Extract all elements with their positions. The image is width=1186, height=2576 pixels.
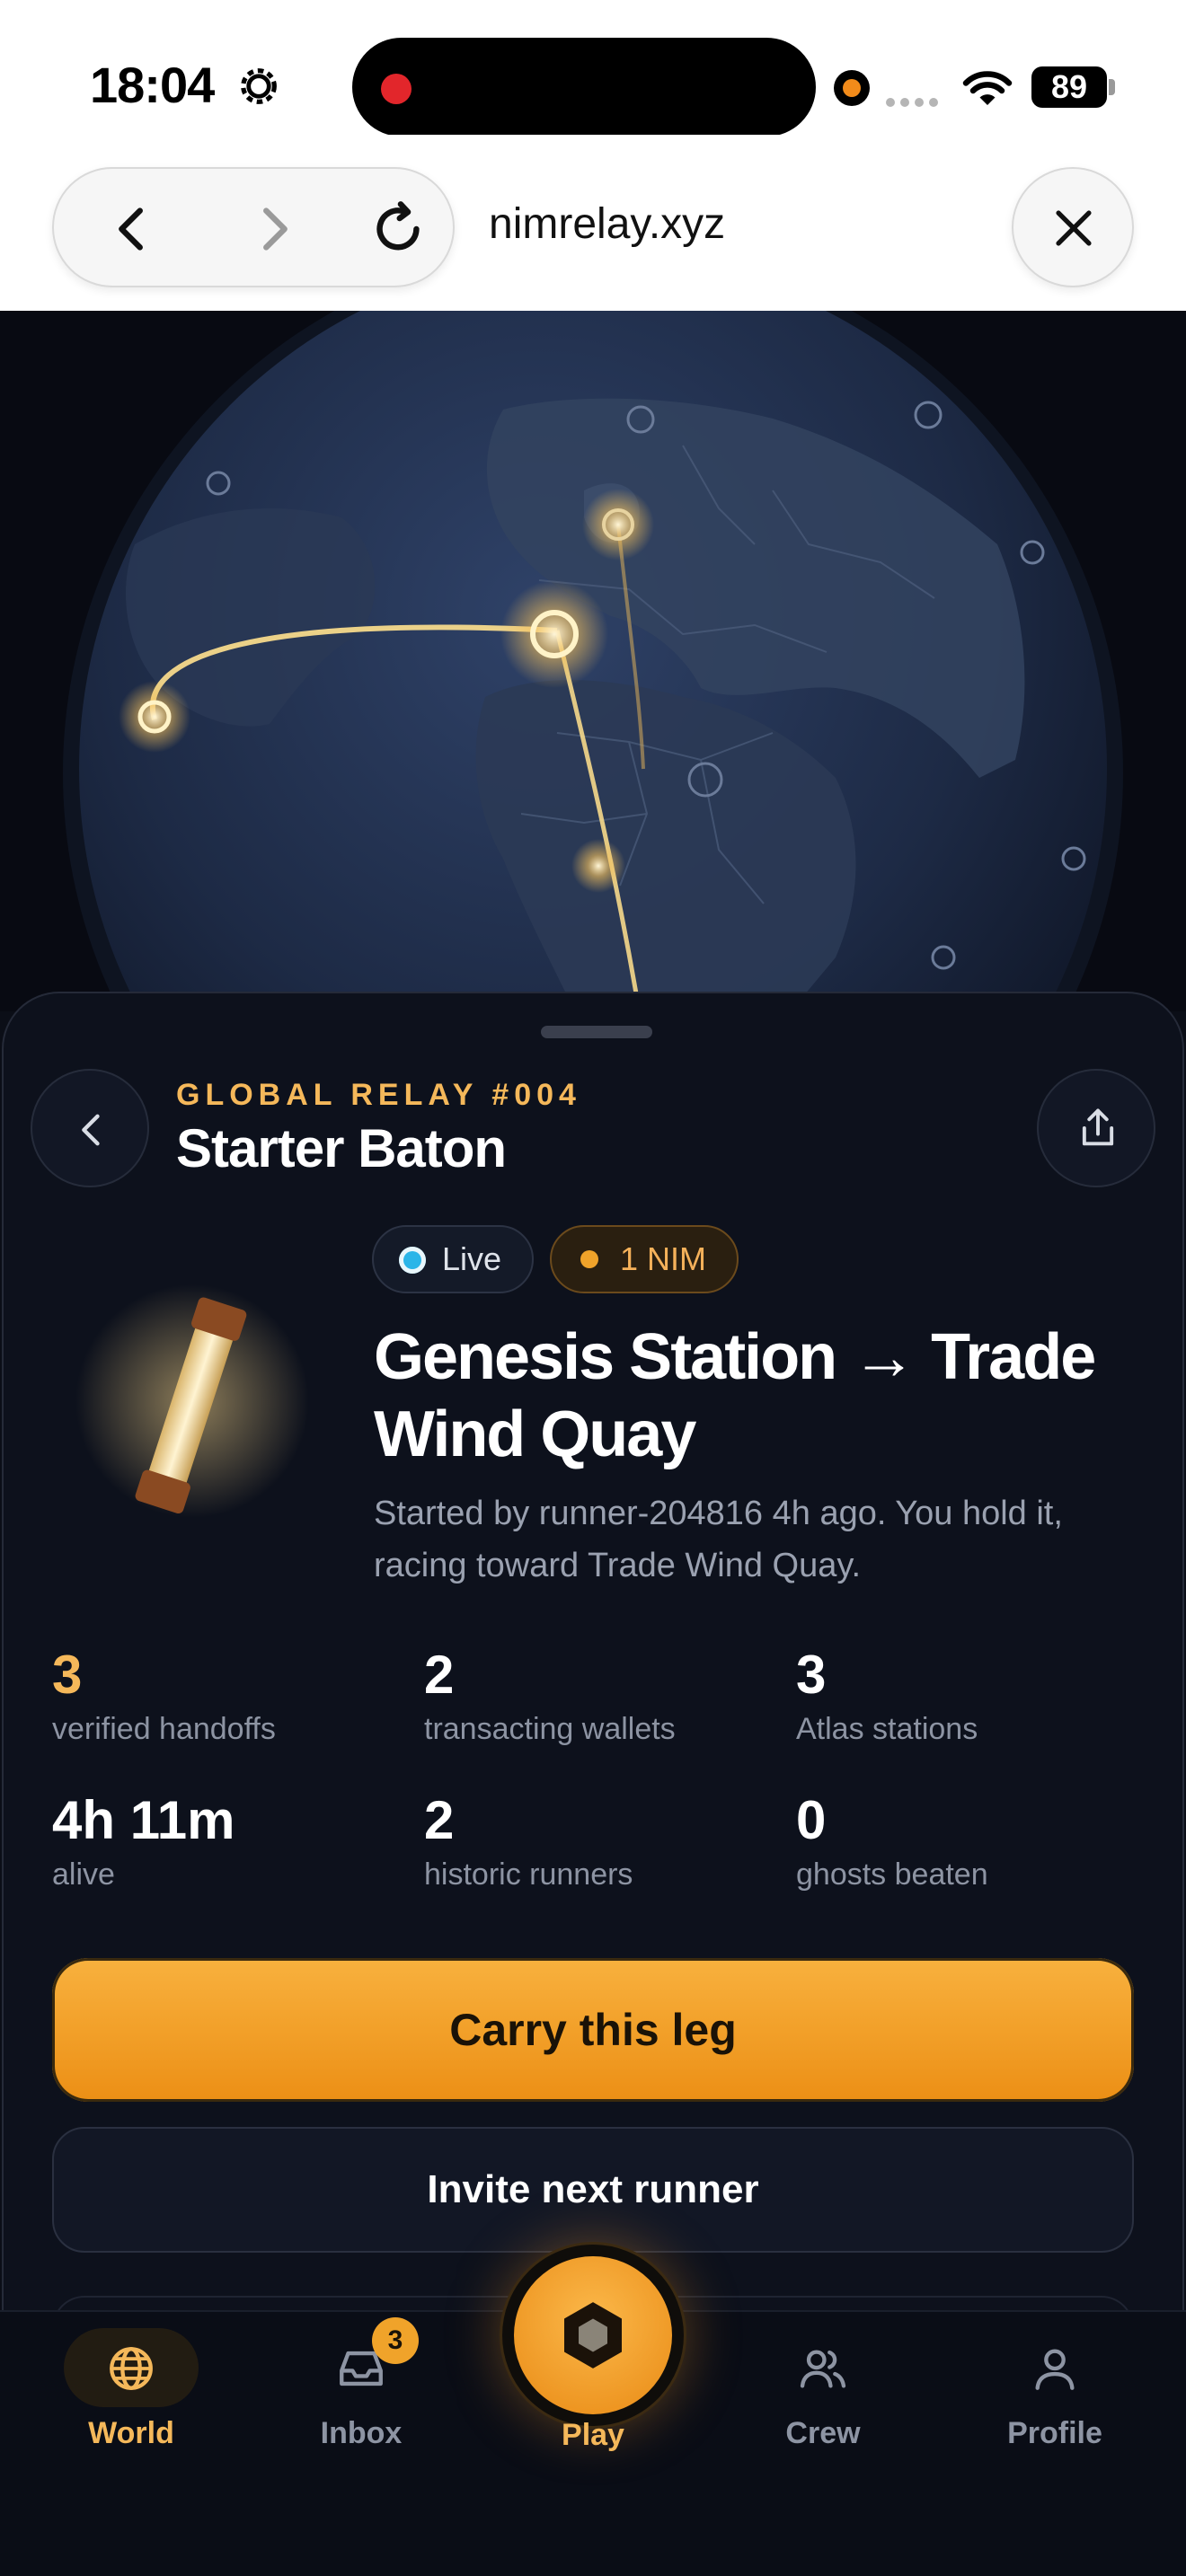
play-button[interactable] (514, 2256, 672, 2414)
invite-runner-button[interactable]: Invite next runner (52, 2127, 1134, 2253)
recording-indicator-icon (381, 74, 412, 104)
close-icon (1056, 210, 1092, 246)
back-icon[interactable] (101, 198, 164, 260)
close-button[interactable] (1012, 167, 1134, 287)
carry-leg-button[interactable]: Carry this leg (52, 1958, 1134, 2102)
baton-icon (75, 1284, 309, 1518)
relay-globe-map[interactable] (0, 311, 1186, 1011)
stat-ghosts-beaten: 0 ghosts beaten (796, 1790, 988, 1892)
user-icon (1035, 2349, 1075, 2390)
stat-atlas-stations: 3 Atlas stations (796, 1645, 978, 1746)
stake-dot-icon (580, 1250, 598, 1268)
stat-alive: 4h 11m alive (52, 1790, 235, 1892)
inbox-badge: 3 (372, 2317, 419, 2364)
wifi-icon (962, 71, 1013, 105)
battery-tip (1109, 79, 1115, 95)
url-field[interactable]: nimrelay.xyz (489, 199, 725, 249)
tab-crew[interactable]: Crew (733, 2328, 913, 2451)
tab-inbox[interactable]: Inbox (271, 2328, 451, 2451)
stake-badge: 1 NIM (550, 1225, 739, 1293)
status-time: 18:04 (90, 57, 215, 113)
share-icon (1082, 1108, 1114, 1146)
chevron-left-icon (82, 1114, 100, 1146)
tab-profile[interactable]: Profile (965, 2328, 1145, 2451)
tab-profile-icon-wrap (987, 2328, 1122, 2407)
gear-icon (241, 68, 277, 104)
globe-visual (63, 311, 1123, 1011)
hexagon-icon (564, 2302, 622, 2369)
relay-description: Started by runner-204816 4h ago. You hol… (374, 1495, 1063, 1584)
privacy-indicator-icon (834, 70, 870, 106)
relay-route-title: Genesis Station → Trade Wind Quay (374, 1321, 1096, 1470)
globe-icon (110, 2347, 153, 2390)
live-badge: Live (372, 1225, 535, 1293)
browser-nav-controls (52, 167, 455, 287)
relay-eyebrow: GLOBAL RELAY #004 (176, 1078, 581, 1112)
users-icon (800, 2350, 846, 2388)
relay-title: Starter Baton (176, 1118, 507, 1178)
share-button[interactable] (1037, 1069, 1155, 1187)
back-button[interactable] (31, 1069, 149, 1187)
tab-world-icon-wrap (64, 2328, 199, 2407)
live-dot-icon (399, 1247, 426, 1274)
tab-world[interactable]: World (41, 2328, 221, 2451)
tab-play-label[interactable]: Play (503, 2418, 683, 2453)
stat-verified-handoffs: 3 verified handoffs (52, 1645, 276, 1746)
cellular-signal-icon (886, 95, 943, 111)
battery-level: 89 (1031, 66, 1107, 108)
forward-icon[interactable] (243, 198, 305, 260)
stat-transacting-wallets: 2 transacting wallets (424, 1645, 676, 1746)
stat-historic-runners: 2 historic runners (424, 1790, 633, 1892)
tab-crew-icon-wrap (756, 2328, 890, 2407)
dynamic-island (352, 38, 816, 137)
reload-icon[interactable] (367, 198, 429, 260)
sheet-drag-handle[interactable] (541, 1026, 652, 1038)
